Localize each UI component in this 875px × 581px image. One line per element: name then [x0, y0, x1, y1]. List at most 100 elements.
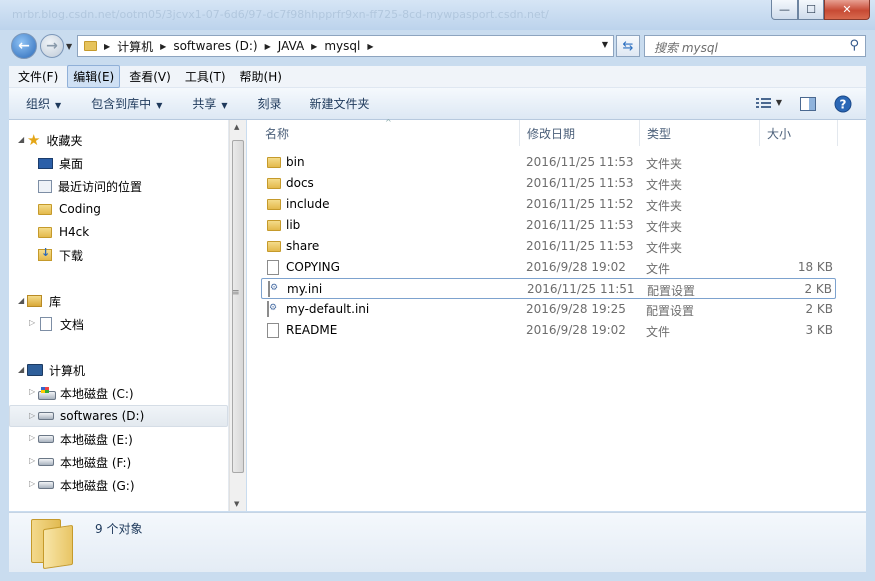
expanded-arrow-icon[interactable]: ◢ [18, 296, 24, 305]
share-button[interactable]: 共享 ▼ [192, 95, 227, 112]
table-row[interactable]: include 2016/11/25 11:52 文件夹 [261, 194, 836, 215]
column-header-size[interactable]: 大小 [760, 120, 838, 146]
chevron-right-icon[interactable]: ▶ [265, 42, 271, 51]
menu-tools[interactable]: 工具(T) [180, 66, 231, 87]
scrollbar-thumb[interactable] [232, 140, 244, 473]
breadcrumb-mysql[interactable]: mysql [324, 39, 360, 53]
system-drive-icon [38, 386, 56, 400]
forward-button[interactable]: → [40, 34, 64, 58]
computer-icon [27, 364, 43, 376]
nav-item-downloads[interactable]: 下载 [9, 244, 224, 266]
chevron-right-icon[interactable]: ▶ [367, 42, 373, 51]
search-input[interactable]: 搜索 mysql ⚲ [644, 35, 866, 57]
include-in-library-label: 包含到库中 [91, 97, 152, 111]
burn-button[interactable]: 刻录 [258, 95, 282, 112]
breadcrumb-softwares[interactable]: softwares (D:) [173, 39, 257, 53]
menu-view[interactable]: 查看(V) [124, 66, 176, 87]
nav-item-label: 下载 [59, 248, 84, 263]
table-row[interactable]: README 2016/9/28 19:02 文件 3 KB [261, 320, 836, 341]
chevron-right-icon[interactable]: ▶ [160, 42, 166, 51]
close-button[interactable]: ✕ [824, 0, 870, 20]
minimize-button[interactable]: — [771, 0, 798, 20]
table-row[interactable]: COPYING 2016/9/28 19:02 文件 18 KB [261, 257, 836, 278]
view-options-icon[interactable] [756, 97, 772, 109]
window-controls: — ☐ ✕ [771, 0, 870, 20]
nav-item-label: softwares (D:) [60, 409, 145, 423]
file-name: include [286, 197, 330, 211]
menu-help[interactable]: 帮助(H) [235, 66, 287, 87]
nav-drive-c[interactable]: ▷ 本地磁盘 (C:) [9, 382, 224, 404]
expanded-arrow-icon[interactable]: ◢ [18, 135, 24, 144]
folder-icon [267, 220, 281, 231]
table-row[interactable]: my.ini 2016/11/25 11:51 配置设置 2 KB [261, 278, 836, 299]
nav-drive-g[interactable]: ▷ 本地磁盘 (G:) [9, 474, 224, 496]
breadcrumb-computer[interactable]: 计算机 [117, 38, 153, 55]
table-row[interactable]: docs 2016/11/25 11:53 文件夹 [261, 173, 836, 194]
table-row[interactable]: bin 2016/11/25 11:53 文件夹 [261, 152, 836, 173]
downloads-icon [38, 246, 52, 261]
nav-drive-f[interactable]: ▷ 本地磁盘 (F:) [9, 451, 224, 473]
collapsed-arrow-icon[interactable]: ▷ [29, 479, 35, 488]
file-type: 配置设置 [646, 304, 695, 318]
file-type: 配置设置 [647, 284, 696, 298]
collapsed-arrow-icon[interactable]: ▷ [29, 387, 35, 396]
drive-icon [38, 412, 54, 420]
collapsed-arrow-icon[interactable]: ▷ [29, 456, 35, 465]
view-dropdown-icon[interactable]: ▼ [776, 98, 782, 107]
nav-libraries[interactable]: ◢ 库 [9, 290, 224, 312]
nav-item-h4ck[interactable]: H4ck [9, 221, 224, 243]
folder-icon [267, 157, 281, 168]
nav-item-recent-places[interactable]: 最近访问的位置 [9, 175, 224, 197]
folder-icon [38, 203, 52, 215]
address-dropdown-icon[interactable]: ▼ [602, 40, 608, 49]
include-in-library-button[interactable]: 包含到库中 ▼ [91, 95, 162, 112]
file-date: 2016/11/25 11:53 [526, 218, 634, 232]
collapsed-arrow-icon[interactable]: ▷ [29, 318, 35, 327]
file-date: 2016/9/28 19:25 [526, 302, 626, 316]
help-icon[interactable]: ? [834, 95, 852, 113]
file-type: 文件夹 [646, 199, 683, 213]
table-row[interactable]: my-default.ini 2016/9/28 19:25 配置设置 2 KB [261, 299, 836, 320]
table-row[interactable]: share 2016/11/25 11:53 文件夹 [261, 236, 836, 257]
preview-pane-icon[interactable] [800, 97, 816, 111]
expanded-arrow-icon[interactable]: ◢ [18, 365, 24, 374]
chevron-right-icon[interactable]: ▶ [104, 42, 110, 51]
new-folder-button[interactable]: 新建文件夹 [310, 95, 370, 112]
recent-pages-dropdown[interactable]: ▼ [66, 42, 72, 51]
grip-icon: ≡ [232, 288, 240, 298]
scroll-down-icon[interactable]: ▼ [234, 500, 239, 508]
nav-item-desktop[interactable]: 桌面 [9, 152, 224, 174]
file-date: 2016/9/28 19:02 [526, 323, 626, 337]
nav-computer[interactable]: ◢ 计算机 [9, 359, 224, 381]
nav-drive-d[interactable]: ▷ softwares (D:) [9, 405, 228, 427]
refresh-button[interactable]: ⇆ [616, 35, 640, 57]
menu-file[interactable]: 文件(F) [13, 66, 63, 87]
file-name: README [286, 323, 338, 337]
nav-drive-e[interactable]: ▷ 本地磁盘 (E:) [9, 428, 224, 450]
collapsed-arrow-icon[interactable]: ▷ [29, 411, 35, 420]
address-bar[interactable]: ▶ 计算机 ▶ softwares (D:) ▶ JAVA ▶ mysql ▶ … [77, 35, 614, 57]
menu-edit[interactable]: 编辑(E) [67, 65, 121, 88]
organize-button[interactable]: 组织 ▼ [26, 95, 61, 112]
nav-item-coding[interactable]: Coding [9, 198, 224, 220]
table-row[interactable]: lib 2016/11/25 11:53 文件夹 [261, 215, 836, 236]
navigation-pane: ◢ ★ 收藏夹 桌面 最近访问的位置 Coding H4ck 下载 ◢ 库 ▷ … [9, 120, 229, 511]
nav-scrollbar[interactable]: ▲ ≡ ▼ [229, 120, 246, 511]
file-date: 2016/11/25 11:53 [526, 239, 634, 253]
collapsed-arrow-icon[interactable]: ▷ [29, 433, 35, 442]
drive-icon [38, 435, 54, 443]
column-header-name[interactable]: 名称 [258, 120, 520, 146]
nav-libraries-label: 库 [49, 294, 62, 309]
search-icon[interactable]: ⚲ [849, 38, 859, 53]
maximize-button[interactable]: ☐ [798, 0, 824, 20]
file-name: share [286, 239, 320, 253]
column-header-date[interactable]: 修改日期 [520, 120, 640, 146]
nav-item-documents[interactable]: ▷ 文档 [9, 313, 224, 335]
nav-favorites[interactable]: ◢ ★ 收藏夹 [9, 129, 224, 151]
back-button[interactable]: ← [11, 33, 37, 59]
scroll-up-icon[interactable]: ▲ [234, 123, 239, 131]
window-title: mrbr.blog.csdn.net/ootm05/3jcvx1-07-6d6/… [12, 8, 549, 21]
breadcrumb-java[interactable]: JAVA [278, 39, 304, 53]
column-header-type[interactable]: 类型 [640, 120, 760, 146]
chevron-right-icon[interactable]: ▶ [311, 42, 317, 51]
